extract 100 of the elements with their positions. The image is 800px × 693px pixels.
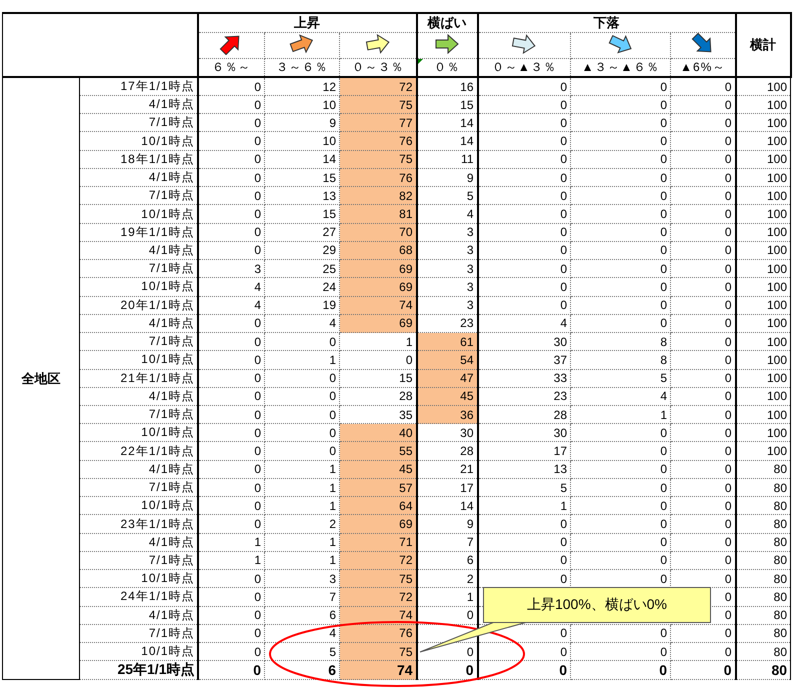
table-cell: 36 (416, 405, 478, 424)
table-cell: 0 (198, 96, 264, 114)
total-header: 横計 (736, 13, 791, 77)
table-cell: 0 (670, 350, 736, 370)
table-cell: 0 (570, 442, 671, 460)
table-cell: 0 (198, 405, 264, 424)
row-label: 10/1時点 (80, 278, 198, 296)
total-cell: 100 (736, 332, 791, 351)
table-cell: 28 (340, 387, 417, 406)
table-cell: 16 (416, 77, 478, 96)
row-label: 4/1時点 (80, 460, 198, 478)
table-cell: 0 (478, 570, 571, 588)
table-cell: 0 (670, 204, 736, 224)
table-cell: 0 (198, 314, 264, 333)
row-label: 7/1時点 (80, 478, 198, 497)
table-cell: 9 (416, 168, 478, 187)
table-cell: 5 (478, 478, 571, 497)
table-cell: 3 (416, 260, 478, 278)
table-cell: 4 (198, 278, 264, 296)
table-cell: 0 (570, 241, 671, 260)
table-cell: 0 (478, 514, 571, 534)
table-cell: 15 (264, 204, 340, 224)
table-cell: 0 (670, 660, 736, 680)
row-label: 10/1時点 (80, 570, 198, 588)
group-header: 横ばい (416, 13, 478, 32)
table-cell: 14 (416, 114, 478, 132)
table-cell: 3 (264, 570, 340, 588)
table-cell: 0 (570, 204, 671, 224)
table-cell: 0 (670, 514, 736, 534)
total-cell: 100 (736, 114, 791, 132)
table-cell: 0 (198, 369, 264, 388)
row-label: 25年1/1時点 (80, 660, 198, 680)
total-cell: 80 (736, 533, 791, 552)
total-cell: 80 (736, 496, 791, 515)
table-cell: 0 (570, 278, 671, 296)
table-cell: 0 (570, 551, 671, 570)
table-cell: 0 (478, 551, 571, 570)
row-label: 10/1時点 (80, 642, 198, 661)
table-cell: 33 (478, 369, 571, 388)
table-cell: 0 (478, 77, 571, 96)
table-cell: 0 (670, 241, 736, 260)
table-cell: 0 (198, 424, 264, 442)
row-label: 18年1/1時点 (80, 150, 198, 168)
total-cell: 80 (736, 478, 791, 497)
table-cell: 1 (264, 350, 340, 370)
row-label: 10/1時点 (80, 350, 198, 370)
table-cell: 0 (570, 314, 671, 333)
row-label: 4/1時点 (80, 387, 198, 406)
total-cell: 100 (736, 96, 791, 114)
table-cell: 0 (570, 478, 671, 497)
row-label: 23年1/1時点 (80, 514, 198, 534)
table-cell: 0 (570, 533, 671, 552)
table-cell: 76 (340, 132, 417, 150)
table-cell: 0 (416, 660, 478, 680)
table-cell: 0 (198, 186, 264, 205)
total-cell: 80 (736, 551, 791, 570)
total-cell: 100 (736, 223, 791, 242)
table-cell: 9 (264, 114, 340, 132)
row-label: 24年1/1時点 (80, 588, 198, 606)
table-cell: 7 (264, 588, 340, 606)
table-cell: 0 (570, 460, 671, 478)
total-cell: 100 (736, 168, 791, 187)
table-cell: 5 (264, 642, 340, 661)
table-cell: 0 (478, 260, 571, 278)
table-cell: 75 (340, 570, 417, 588)
table-cell: 0 (478, 241, 571, 260)
table-cell: 0 (670, 314, 736, 333)
row-label: 20年1/1時点 (80, 296, 198, 314)
total-cell: 100 (736, 314, 791, 333)
table-cell: 0 (478, 186, 571, 205)
table-cell: 0 (264, 405, 340, 424)
table-cell: 8 (570, 350, 671, 370)
table-cell: 0 (570, 77, 671, 96)
total-cell: 100 (736, 132, 791, 150)
table-cell: 6 (264, 606, 340, 624)
table-cell: 0 (198, 387, 264, 406)
table-cell: 0 (198, 478, 264, 497)
table-cell: 69 (340, 260, 417, 278)
row-label: 4/1時点 (80, 314, 198, 333)
row-label: 10/1時点 (80, 496, 198, 515)
table-cell: 0 (198, 223, 264, 242)
total-cell: 100 (736, 186, 791, 205)
table-cell: 0 (570, 132, 671, 150)
table-cell: 71 (340, 533, 417, 552)
table-cell: 0 (478, 278, 571, 296)
row-label: 4/1時点 (80, 241, 198, 260)
table-cell: 21 (416, 460, 478, 478)
row-label: 19年1/1時点 (80, 223, 198, 242)
table-cell: 82 (340, 186, 417, 205)
region-label: 全地区 (2, 77, 80, 680)
table-cell: 55 (340, 442, 417, 460)
total-cell: 100 (736, 278, 791, 296)
table-cell: 0 (264, 387, 340, 406)
row-label: 22年1/1時点 (80, 442, 198, 460)
table-cell: 47 (416, 369, 478, 388)
total-cell: 80 (736, 570, 791, 588)
table-cell: 0 (198, 168, 264, 187)
table-cell: 0 (670, 168, 736, 187)
table-cell: 11 (416, 150, 478, 168)
table-cell: 3 (416, 223, 478, 242)
